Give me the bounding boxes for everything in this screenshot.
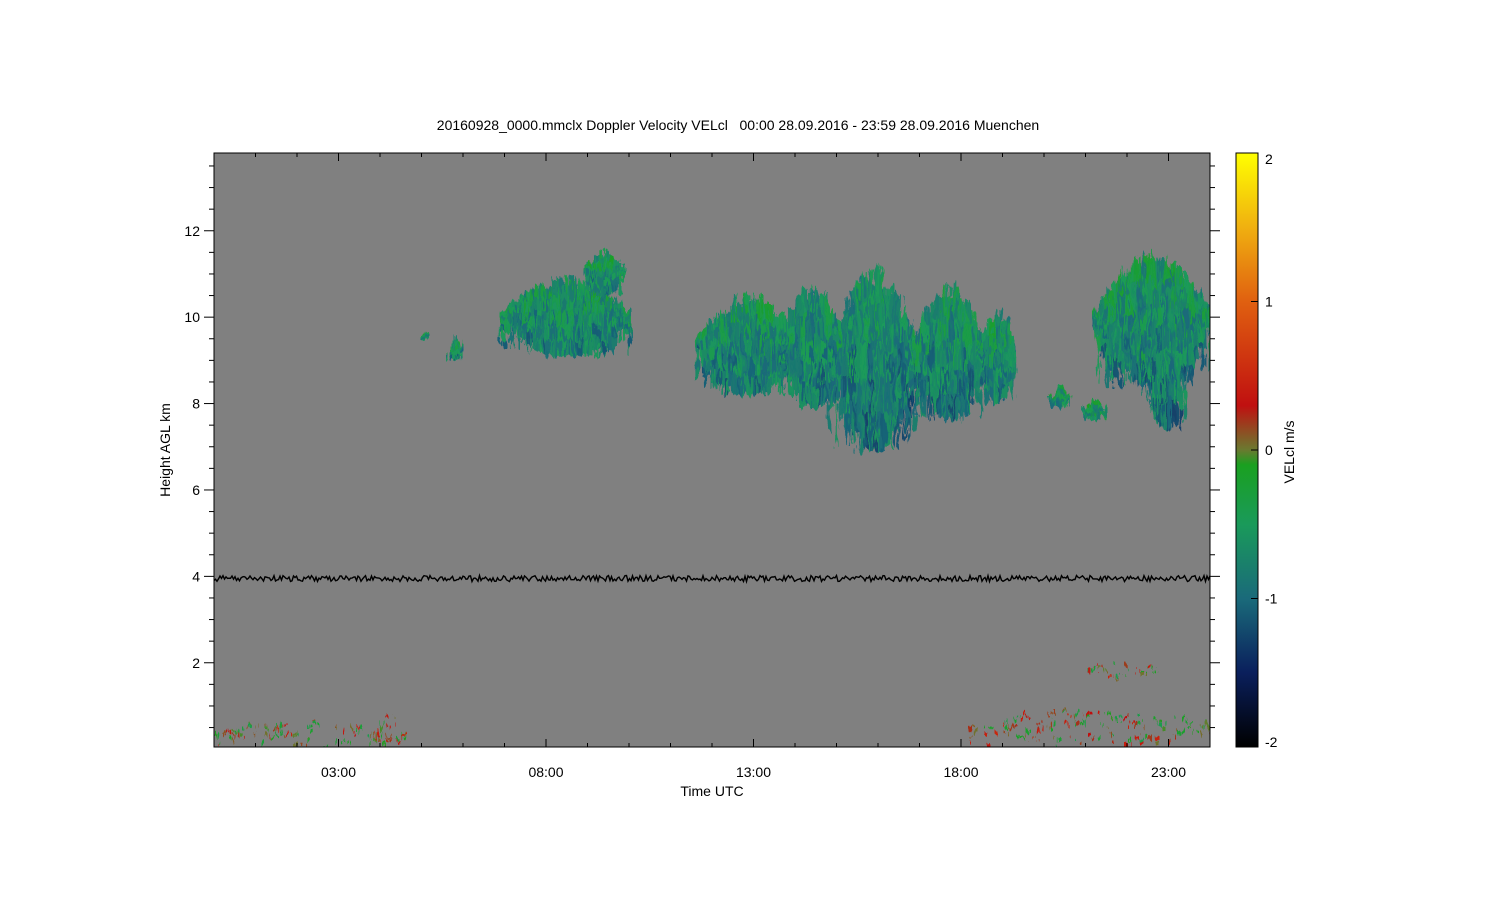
y-tick-label: 8 [192,396,200,412]
x-tick-label: 08:00 [528,764,563,780]
y-tick-label: 12 [184,223,200,239]
y-tick-label: 10 [184,309,200,325]
x-tick-label: 18:00 [943,764,978,780]
radar-time-height-chart: 20160928_0000.mmclx Doppler Velocity VEL… [157,117,1297,799]
y-tick-label: 2 [192,655,200,671]
colorbar-tick-label: -1 [1265,591,1278,607]
colorbar-tick-label: 0 [1265,442,1273,458]
x-axis-label: Time UTC [680,783,743,799]
colorbar-label: VELcl m/s [1281,420,1297,483]
x-tick-label: 03:00 [321,764,356,780]
y-axis-label: Height AGL km [157,403,173,497]
colorbar-tick-label: 2 [1265,151,1273,167]
x-tick-label: 23:00 [1151,764,1186,780]
colorbar-tick-label: -2 [1265,734,1278,750]
chart-title: 20160928_0000.mmclx Doppler Velocity VEL… [437,117,1039,133]
plot-area-background [214,153,1210,747]
y-tick-label: 6 [192,482,200,498]
x-tick-label: 13:00 [736,764,771,780]
colorbar-tick-label: 1 [1265,294,1273,310]
y-tick-label: 4 [192,568,200,584]
